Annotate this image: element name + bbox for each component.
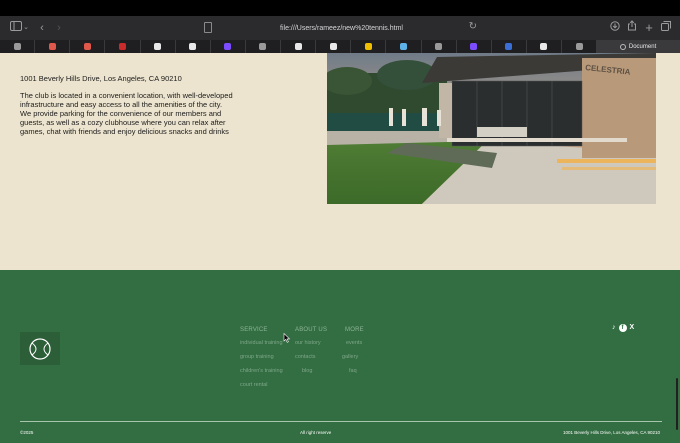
browser-tab[interactable] [246, 40, 281, 53]
site-footer: SERVICE individual training group traini… [0, 270, 680, 443]
footer-col-service: SERVICE individual training group traini… [240, 327, 283, 396]
x-twitter-icon[interactable]: X [630, 324, 635, 332]
browser-tab[interactable] [70, 40, 106, 53]
chevron-down-icon[interactable]: ⌄ [23, 20, 29, 36]
browser-tab[interactable] [316, 40, 352, 53]
browser-tab[interactable] [141, 40, 176, 53]
browser-tab[interactable] [457, 40, 492, 53]
footer-link[interactable]: children's training [240, 368, 283, 374]
tab-favicon-icon [83, 43, 91, 50]
footer-divider [20, 421, 662, 422]
scrollbar-thumb[interactable] [676, 378, 678, 430]
facebook-icon[interactable]: f [618, 324, 627, 332]
footer-link[interactable]: blog [295, 368, 327, 374]
footer-col-heading: ABOUT US [295, 327, 328, 333]
sidebar-icon[interactable] [10, 20, 22, 36]
club-logo[interactable] [20, 332, 60, 365]
club-address: 1001 Beverly Hills Drive, Los Angeles, C… [20, 74, 182, 83]
tab-favicon-icon [294, 43, 302, 50]
page-icon [204, 22, 212, 33]
social-links: ♪ f X [612, 324, 634, 332]
tab-favicon-icon [224, 43, 232, 50]
tab-favicon-icon [48, 43, 56, 50]
footer-address: 1001 Beverly Hills Drive, Los Angeles, C… [562, 430, 660, 435]
tab-favicon-icon [118, 43, 126, 50]
window-top-strip [0, 0, 680, 16]
tab-overview-icon[interactable] [661, 20, 671, 36]
footer-col-about: ABOUT US our history contacts blog [295, 327, 327, 382]
reload-icon[interactable]: ↻ [469, 21, 477, 32]
web-page: 1001 Beverly Hills Drive, Los Angeles, C… [0, 53, 680, 443]
footer-link[interactable]: our history [295, 340, 327, 346]
footer-link[interactable]: faq [345, 368, 364, 374]
footer-link[interactable]: individual training [240, 340, 283, 346]
share-icon[interactable] [627, 20, 637, 36]
footer-col-heading: SERVICE [240, 327, 268, 333]
tab-favicon-icon [435, 43, 443, 50]
browser-tab[interactable] [176, 40, 211, 53]
download-icon[interactable] [610, 20, 620, 36]
mouse-cursor-icon [283, 333, 291, 343]
browser-tab[interactable] [351, 40, 387, 53]
browser-tab[interactable] [35, 40, 71, 53]
new-tab-icon[interactable]: + [644, 20, 654, 36]
browser-tab-active[interactable]: Document [597, 40, 680, 53]
tab-favicon-icon [154, 43, 162, 50]
tab-favicon-icon [575, 43, 583, 50]
browser-tab[interactable] [105, 40, 141, 53]
tab-bar: Document [0, 40, 680, 53]
back-icon[interactable]: ‹ [37, 20, 47, 36]
browser-tab[interactable] [281, 40, 317, 53]
browser-tab[interactable] [527, 40, 562, 53]
tab-favicon-icon [399, 43, 407, 50]
tab-favicon-icon [189, 43, 197, 50]
club-description: The club is located in a convenient loca… [20, 91, 233, 136]
footer-link[interactable]: contacts [295, 354, 327, 360]
tennis-ball-logo-icon [29, 337, 51, 360]
copyright-text: ©2025 [20, 430, 34, 435]
footer-col-heading: MORE [345, 327, 364, 333]
active-tab-title: Document [628, 43, 657, 50]
footer-link[interactable]: gallery [342, 354, 364, 360]
forward-icon[interactable]: › [54, 20, 64, 36]
tab-favicon-icon [13, 43, 21, 50]
footer-col-more: MORE events gallery faq [342, 327, 364, 382]
browser-tab[interactable] [492, 40, 527, 53]
browser-tab[interactable] [422, 40, 457, 53]
tab-favicon-icon [329, 43, 337, 50]
tab-favicon-icon [470, 43, 478, 50]
tab-favicon-icon [505, 43, 513, 50]
browser-tab[interactable] [386, 40, 422, 53]
browser-toolbar: ⌄ ‹ › file:///Users/rameez/new%20tennis.… [0, 16, 680, 40]
rights-text: All right reserve [300, 430, 332, 435]
browser-tab[interactable] [211, 40, 246, 53]
clubhouse-photo: CELESTRIA [327, 53, 656, 204]
url-text: file:///Users/rameez/new%20tennis.html [280, 24, 403, 32]
address-bar[interactable]: file:///Users/rameez/new%20tennis.html ↻ [200, 19, 483, 37]
footer-link[interactable]: court rental [240, 382, 283, 388]
tab-favicon-icon [259, 43, 267, 50]
location-section: 1001 Beverly Hills Drive, Los Angeles, C… [0, 53, 680, 270]
footer-link[interactable]: events [345, 340, 364, 346]
browser-tab[interactable] [562, 40, 598, 53]
tab-favicon-icon [540, 43, 548, 50]
tiktok-icon[interactable]: ♪ [612, 324, 616, 332]
tab-status-icon [619, 43, 626, 50]
browser-tab[interactable] [0, 40, 36, 53]
footer-link[interactable]: group training [240, 354, 283, 360]
tab-favicon-icon [364, 43, 372, 50]
